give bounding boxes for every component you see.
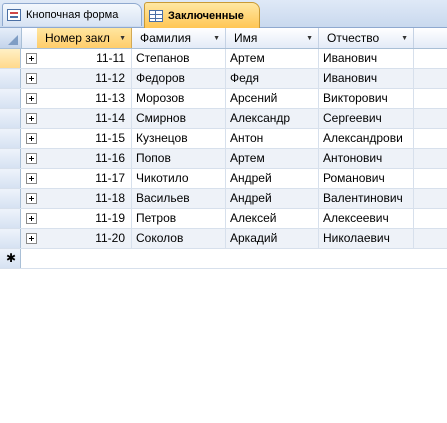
row-selector[interactable] (0, 69, 21, 88)
table-row[interactable]: 11-14 Смирнов Александр Сергеевич (0, 109, 447, 129)
tab-switchboard-form[interactable]: Кнопочная форма (2, 3, 142, 26)
cell-first-name[interactable]: Андрей (226, 189, 319, 208)
column-header-label: Имя (234, 31, 258, 45)
cell-middle-name[interactable]: Викторович (319, 89, 414, 108)
expand-plus-icon[interactable] (26, 73, 37, 84)
tab-label: Кнопочная форма (26, 9, 119, 21)
cell-first-name[interactable]: Аркадий (226, 229, 319, 248)
column-header-number[interactable]: Номер закл ▼ (37, 28, 132, 48)
cell-middle-name[interactable]: Сергеевич (319, 109, 414, 128)
table-row[interactable]: 11-17 Чикотило Андрей Романович (0, 169, 447, 189)
row-selector[interactable] (0, 149, 21, 168)
column-header-last-name[interactable]: Фамилия ▼ (132, 28, 226, 48)
new-record-row[interactable]: ✱ (0, 249, 447, 269)
row-selector[interactable]: ✱ (0, 249, 21, 268)
expand-plus-icon[interactable] (26, 233, 37, 244)
chevron-down-icon[interactable]: ▼ (213, 35, 220, 42)
table-row[interactable]: 11-19 Петров Алексей Алексеевич (0, 209, 447, 229)
new-record-icon: ✱ (6, 251, 17, 265)
cell-last-name[interactable]: Петров (132, 209, 226, 228)
row-selector[interactable] (0, 189, 21, 208)
column-header-first-name[interactable]: Имя ▼ (226, 28, 319, 48)
chevron-down-icon[interactable]: ▼ (119, 35, 126, 42)
column-header-label: Номер закл (45, 31, 110, 45)
cell-number[interactable]: 11-11 (37, 49, 132, 68)
row-selector[interactable] (0, 229, 21, 248)
cell-middle-name[interactable]: Александрови (319, 129, 414, 148)
cell-middle-name[interactable]: Валентинович (319, 189, 414, 208)
expand-plus-icon[interactable] (26, 153, 37, 164)
cell-number[interactable]: 11-20 (37, 229, 132, 248)
expand-plus-icon[interactable] (26, 173, 37, 184)
cell-last-name[interactable]: Попов (132, 149, 226, 168)
cell-first-name[interactable]: Андрей (226, 169, 319, 188)
row-selector[interactable] (0, 129, 21, 148)
cell-middle-name[interactable]: Иванович (319, 49, 414, 68)
table-row[interactable]: 11-18 Васильев Андрей Валентинович (0, 189, 447, 209)
cell-last-name[interactable]: Морозов (132, 89, 226, 108)
cell-number[interactable]: 11-17 (37, 169, 132, 188)
cell-first-name[interactable]: Федя (226, 69, 319, 88)
row-selector[interactable] (0, 109, 21, 128)
cell-first-name[interactable]: Артем (226, 149, 319, 168)
datasheet-header: Номер закл ▼ Фамилия ▼ Имя ▼ Отчество ▼ (0, 28, 447, 49)
expand-plus-icon[interactable] (26, 93, 37, 104)
table-row[interactable]: 11-15 Кузнецов Антон Александрови (0, 129, 447, 149)
column-header-label: Фамилия (140, 31, 191, 45)
cell-number[interactable]: 11-19 (37, 209, 132, 228)
form-icon (7, 9, 21, 21)
cell-middle-name[interactable]: Романович (319, 169, 414, 188)
cell-number[interactable]: 11-18 (37, 189, 132, 208)
cell-middle-name[interactable]: Алексеевич (319, 209, 414, 228)
row-selector[interactable] (0, 89, 21, 108)
cell-first-name[interactable]: Алексей (226, 209, 319, 228)
expand-plus-icon[interactable] (26, 213, 37, 224)
row-selector[interactable] (0, 169, 21, 188)
cell-first-name[interactable]: Арсений (226, 89, 319, 108)
cell-middle-name[interactable]: Иванович (319, 69, 414, 88)
cell-last-name[interactable]: Федоров (132, 69, 226, 88)
table-row[interactable]: 11-16 Попов Артем Антонович (0, 149, 447, 169)
expand-plus-icon[interactable] (26, 193, 37, 204)
cell-number[interactable]: 11-12 (37, 69, 132, 88)
row-selector[interactable] (0, 209, 21, 228)
cell-last-name[interactable]: Чикотило (132, 169, 226, 188)
select-all-button[interactable] (0, 28, 22, 48)
table-row[interactable]: 11-20 Соколов Аркадий Николаевич (0, 229, 447, 249)
cell-last-name[interactable]: Степанов (132, 49, 226, 68)
cell-last-name[interactable]: Кузнецов (132, 129, 226, 148)
expand-plus-icon[interactable] (26, 53, 37, 64)
cell-first-name[interactable]: Артем (226, 49, 319, 68)
tab-prisoners-table[interactable]: Заключенные (144, 2, 260, 28)
cell-first-name[interactable]: Александр (226, 109, 319, 128)
table-row[interactable]: 11-11 Степанов Артем Иванович (0, 49, 447, 69)
cell-first-name[interactable]: Антон (226, 129, 319, 148)
cell-number[interactable]: 11-14 (37, 109, 132, 128)
document-tabs: Кнопочная форма Заключенные (0, 0, 447, 28)
expand-plus-icon[interactable] (26, 133, 37, 144)
row-selector[interactable] (0, 49, 21, 68)
cell-last-name[interactable]: Смирнов (132, 109, 226, 128)
column-header-middle-name[interactable]: Отчество ▼ (319, 28, 414, 48)
table-row[interactable]: 11-12 Федоров Федя Иванович (0, 69, 447, 89)
chevron-down-icon[interactable]: ▼ (401, 35, 408, 42)
cell-number[interactable]: 11-13 (37, 89, 132, 108)
cell-last-name[interactable]: Васильев (132, 189, 226, 208)
table-icon (149, 9, 163, 22)
chevron-down-icon[interactable]: ▼ (306, 35, 313, 42)
cell-middle-name[interactable]: Антонович (319, 149, 414, 168)
expand-plus-icon[interactable] (26, 113, 37, 124)
column-header-label: Отчество (327, 31, 380, 45)
table-row[interactable]: 11-13 Морозов Арсений Викторович (0, 89, 447, 109)
tab-label: Заключенные (168, 9, 244, 22)
cell-number[interactable]: 11-15 (37, 129, 132, 148)
cell-number[interactable]: 11-16 (37, 149, 132, 168)
cell-last-name[interactable]: Соколов (132, 229, 226, 248)
cell-middle-name[interactable]: Николаевич (319, 229, 414, 248)
